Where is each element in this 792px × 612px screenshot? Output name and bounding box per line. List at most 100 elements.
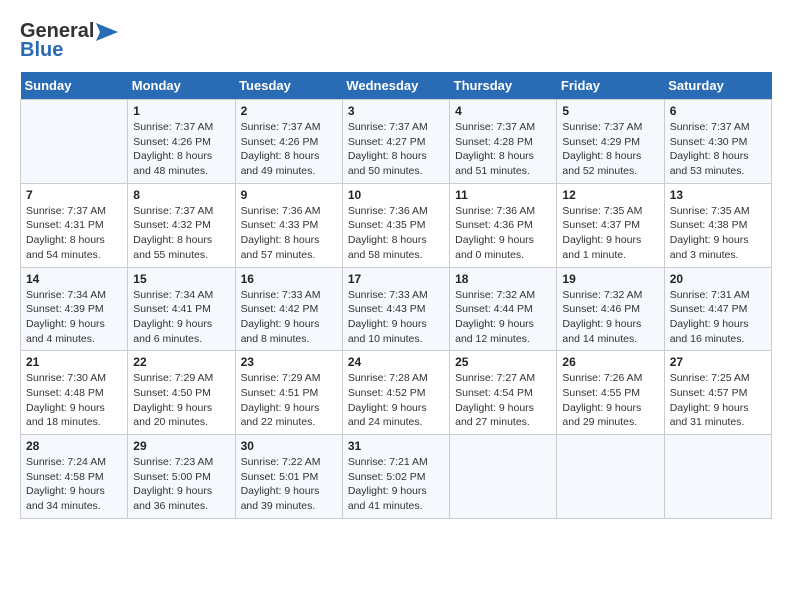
col-header-friday: Friday [557,72,664,100]
day-info: Sunrise: 7:33 AMSunset: 4:42 PMDaylight:… [241,288,337,347]
day-info: Sunrise: 7:29 AMSunset: 4:50 PMDaylight:… [133,371,229,430]
calendar-cell: 7 Sunrise: 7:37 AMSunset: 4:31 PMDaylight… [21,183,128,267]
day-info: Sunrise: 7:33 AMSunset: 4:43 PMDaylight:… [348,288,444,347]
day-info: Sunrise: 7:24 AMSunset: 4:58 PMDaylight:… [26,455,122,514]
page-header: General Blue [20,20,772,62]
col-header-saturday: Saturday [664,72,771,100]
day-info: Sunrise: 7:35 AMSunset: 4:37 PMDaylight:… [562,204,658,263]
day-number: 15 [133,272,229,286]
calendar-cell: 13 Sunrise: 7:35 AMSunset: 4:38 PMDayligh… [664,183,771,267]
day-number: 5 [562,104,658,118]
calendar-cell: 30 Sunrise: 7:22 AMSunset: 5:01 PMDayligh… [235,435,342,519]
col-header-monday: Monday [128,72,235,100]
day-info: Sunrise: 7:37 AMSunset: 4:27 PMDaylight:… [348,120,444,179]
day-number: 29 [133,439,229,453]
day-number: 8 [133,188,229,202]
day-info: Sunrise: 7:30 AMSunset: 4:48 PMDaylight:… [26,371,122,430]
day-number: 11 [455,188,551,202]
calendar-cell [664,435,771,519]
day-info: Sunrise: 7:37 AMSunset: 4:28 PMDaylight:… [455,120,551,179]
calendar-week-row: 14 Sunrise: 7:34 AMSunset: 4:39 PMDayligh… [21,267,772,351]
calendar-cell: 20 Sunrise: 7:31 AMSunset: 4:47 PMDayligh… [664,267,771,351]
day-info: Sunrise: 7:32 AMSunset: 4:46 PMDaylight:… [562,288,658,347]
calendar-cell: 29 Sunrise: 7:23 AMSunset: 5:00 PMDayligh… [128,435,235,519]
day-info: Sunrise: 7:36 AMSunset: 4:36 PMDaylight:… [455,204,551,263]
calendar-week-row: 1 Sunrise: 7:37 AMSunset: 4:26 PMDaylight… [21,100,772,184]
logo-blue: Blue [20,39,63,62]
day-info: Sunrise: 7:37 AMSunset: 4:32 PMDaylight:… [133,204,229,263]
day-info: Sunrise: 7:31 AMSunset: 4:47 PMDaylight:… [670,288,766,347]
calendar-cell: 6 Sunrise: 7:37 AMSunset: 4:30 PMDaylight… [664,100,771,184]
day-number: 21 [26,355,122,369]
day-number: 9 [241,188,337,202]
calendar-cell [450,435,557,519]
calendar-cell: 10 Sunrise: 7:36 AMSunset: 4:35 PMDayligh… [342,183,449,267]
calendar-cell: 4 Sunrise: 7:37 AMSunset: 4:28 PMDaylight… [450,100,557,184]
day-number: 30 [241,439,337,453]
day-info: Sunrise: 7:37 AMSunset: 4:31 PMDaylight:… [26,204,122,263]
day-number: 14 [26,272,122,286]
calendar-cell: 14 Sunrise: 7:34 AMSunset: 4:39 PMDayligh… [21,267,128,351]
calendar-cell: 19 Sunrise: 7:32 AMSunset: 4:46 PMDayligh… [557,267,664,351]
day-info: Sunrise: 7:22 AMSunset: 5:01 PMDaylight:… [241,455,337,514]
day-number: 20 [670,272,766,286]
day-number: 19 [562,272,658,286]
day-info: Sunrise: 7:34 AMSunset: 4:41 PMDaylight:… [133,288,229,347]
calendar-cell: 3 Sunrise: 7:37 AMSunset: 4:27 PMDaylight… [342,100,449,184]
day-info: Sunrise: 7:37 AMSunset: 4:26 PMDaylight:… [241,120,337,179]
calendar-cell: 1 Sunrise: 7:37 AMSunset: 4:26 PMDaylight… [128,100,235,184]
day-number: 16 [241,272,337,286]
calendar-cell: 16 Sunrise: 7:33 AMSunset: 4:42 PMDayligh… [235,267,342,351]
calendar-cell: 24 Sunrise: 7:28 AMSunset: 4:52 PMDayligh… [342,351,449,435]
calendar-cell: 25 Sunrise: 7:27 AMSunset: 4:54 PMDayligh… [450,351,557,435]
calendar-cell [21,100,128,184]
calendar-cell: 23 Sunrise: 7:29 AMSunset: 4:51 PMDayligh… [235,351,342,435]
day-number: 26 [562,355,658,369]
day-number: 17 [348,272,444,286]
day-number: 7 [26,188,122,202]
day-info: Sunrise: 7:36 AMSunset: 4:35 PMDaylight:… [348,204,444,263]
day-number: 22 [133,355,229,369]
calendar-header-row: SundayMondayTuesdayWednesdayThursdayFrid… [21,72,772,100]
calendar-week-row: 7 Sunrise: 7:37 AMSunset: 4:31 PMDaylight… [21,183,772,267]
day-number: 24 [348,355,444,369]
calendar-table: SundayMondayTuesdayWednesdayThursdayFrid… [20,72,772,519]
day-info: Sunrise: 7:35 AMSunset: 4:38 PMDaylight:… [670,204,766,263]
day-info: Sunrise: 7:28 AMSunset: 4:52 PMDaylight:… [348,371,444,430]
calendar-cell: 31Sunrise: 7:21 AMSunset: 5:02 PMDayligh… [342,435,449,519]
calendar-cell: 2 Sunrise: 7:37 AMSunset: 4:26 PMDaylight… [235,100,342,184]
day-number: 23 [241,355,337,369]
calendar-cell: 11 Sunrise: 7:36 AMSunset: 4:36 PMDayligh… [450,183,557,267]
day-number: 25 [455,355,551,369]
day-info: Sunrise: 7:27 AMSunset: 4:54 PMDaylight:… [455,371,551,430]
day-info: Sunrise: 7:37 AMSunset: 4:26 PMDaylight:… [133,120,229,179]
logo-arrow-icon [96,23,118,41]
col-header-thursday: Thursday [450,72,557,100]
calendar-cell: 26 Sunrise: 7:26 AMSunset: 4:55 PMDayligh… [557,351,664,435]
calendar-cell: 8 Sunrise: 7:37 AMSunset: 4:32 PMDaylight… [128,183,235,267]
day-number: 6 [670,104,766,118]
day-number: 2 [241,104,337,118]
day-number: 10 [348,188,444,202]
calendar-cell: 17 Sunrise: 7:33 AMSunset: 4:43 PMDayligh… [342,267,449,351]
day-info: Sunrise: 7:25 AMSunset: 4:57 PMDaylight:… [670,371,766,430]
calendar-week-row: 28 Sunrise: 7:24 AMSunset: 4:58 PMDayligh… [21,435,772,519]
day-number: 4 [455,104,551,118]
day-number: 28 [26,439,122,453]
calendar-cell: 12Sunrise: 7:35 AMSunset: 4:37 PMDayligh… [557,183,664,267]
day-info: Sunrise: 7:32 AMSunset: 4:44 PMDaylight:… [455,288,551,347]
day-info: Sunrise: 7:29 AMSunset: 4:51 PMDaylight:… [241,371,337,430]
day-number: 1 [133,104,229,118]
day-info: Sunrise: 7:37 AMSunset: 4:29 PMDaylight:… [562,120,658,179]
day-number: 3 [348,104,444,118]
day-number: 31 [348,439,444,453]
day-info: Sunrise: 7:34 AMSunset: 4:39 PMDaylight:… [26,288,122,347]
col-header-wednesday: Wednesday [342,72,449,100]
calendar-cell: 15 Sunrise: 7:34 AMSunset: 4:41 PMDayligh… [128,267,235,351]
day-info: Sunrise: 7:23 AMSunset: 5:00 PMDaylight:… [133,455,229,514]
day-number: 13 [670,188,766,202]
day-info: Sunrise: 7:37 AMSunset: 4:30 PMDaylight:… [670,120,766,179]
calendar-week-row: 21 Sunrise: 7:30 AMSunset: 4:48 PMDayligh… [21,351,772,435]
day-info: Sunrise: 7:26 AMSunset: 4:55 PMDaylight:… [562,371,658,430]
calendar-cell: 22 Sunrise: 7:29 AMSunset: 4:50 PMDayligh… [128,351,235,435]
